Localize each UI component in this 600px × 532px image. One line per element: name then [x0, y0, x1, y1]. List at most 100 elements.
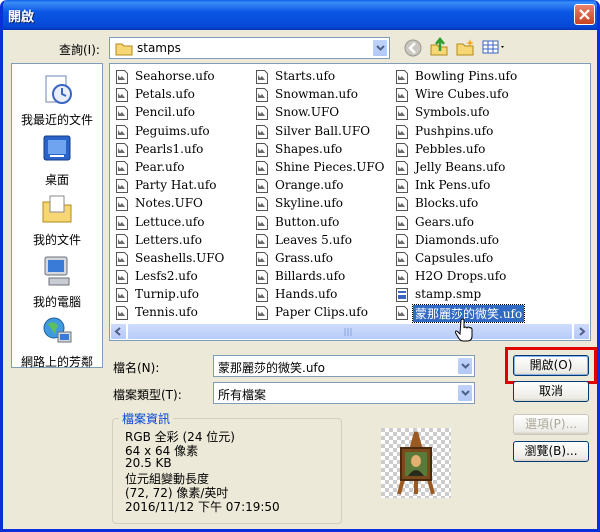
file-icon — [256, 88, 268, 103]
file-icon — [396, 197, 408, 212]
file-item[interactable]: Pear.ufo — [112, 159, 252, 177]
file-item[interactable]: Lettuce.ufo — [112, 214, 252, 232]
file-name: Hands.ufo — [275, 287, 338, 302]
file-item[interactable]: Snow.UFO — [252, 104, 392, 122]
new-folder-button[interactable] — [455, 37, 477, 59]
back-button[interactable] — [403, 38, 425, 60]
file-name: Seahorse.ufo — [135, 69, 215, 83]
file-icon — [116, 124, 128, 139]
file-item[interactable]: Pebbles.ufo — [392, 141, 588, 159]
file-item[interactable]: Starts.ufo — [252, 68, 392, 86]
filetype-label: 檔案類型(T): — [113, 388, 182, 402]
place-desktop[interactable]: 桌面 — [12, 132, 102, 188]
file-item[interactable]: Petals.ufo — [112, 86, 252, 104]
file-name: Party Hat.ufo — [135, 178, 217, 193]
file-item[interactable]: Diamonds.ufo — [392, 232, 588, 250]
file-item[interactable]: Seahorse.ufo — [112, 68, 252, 86]
file-icon — [256, 288, 268, 303]
file-item[interactable]: Party Hat.ufo — [112, 177, 252, 195]
file-list[interactable]: Seahorse.ufo Petals.ufo Pencil.ufo Peguims.… — [109, 63, 591, 341]
file-icon — [396, 215, 408, 230]
preview-image — [381, 428, 451, 498]
file-column-2: Starts.ufo Snowman.ufo Snow.UFO Silver Ball… — [252, 68, 392, 323]
file-item[interactable]: Jelly Beans.ufo — [392, 159, 588, 177]
file-item[interactable]: Blocks.ufo — [392, 195, 588, 213]
file-item[interactable]: Wire Cubes.ufo — [392, 86, 588, 104]
file-item[interactable]: Silver Ball.UFO — [252, 123, 392, 141]
file-name: Bowling Pins.ufo — [415, 69, 518, 83]
filetype-dropdown-button[interactable] — [457, 384, 473, 402]
place-my-documents[interactable]: 我的文件 — [12, 192, 102, 248]
filename-combo[interactable]: 蒙那麗莎的微笑.ufo — [213, 355, 475, 377]
file-item[interactable]: Ink Pens.ufo — [392, 177, 588, 195]
view-menu-button[interactable] — [481, 37, 507, 59]
place-recent-documents[interactable]: 我最近的文件 — [12, 72, 102, 128]
filename-dropdown-button[interactable] — [457, 357, 473, 375]
file-item[interactable]: Capsules.ufo — [392, 250, 588, 268]
file-item[interactable]: Snowman.ufo — [252, 86, 392, 104]
file-name: Pear.ufo — [135, 159, 185, 174]
file-item[interactable]: Tennis.ufo — [112, 304, 252, 322]
file-item[interactable]: Billards.ufo — [252, 268, 392, 286]
file-name: Symbols.ufo — [415, 105, 490, 120]
file-item[interactable]: Turnip.ufo — [112, 286, 252, 304]
file-item[interactable]: Peguims.ufo — [112, 123, 252, 141]
file-item[interactable]: 蒙那麗莎的微笑.ufo — [392, 304, 588, 324]
filename-label: 檔名(N): — [113, 361, 160, 375]
my-documents-icon — [42, 195, 72, 223]
up-folder-button[interactable] — [429, 36, 451, 59]
file-name: Lesfs2.ufo — [135, 269, 198, 284]
scroll-left-button[interactable] — [110, 323, 127, 340]
file-item[interactable]: Shine Pieces.UFO — [252, 159, 392, 177]
options-button[interactable]: 選項(P)... — [513, 414, 589, 435]
file-item[interactable]: Hands.ufo — [252, 286, 392, 304]
place-network[interactable]: 網路上的芳鄰 — [12, 314, 102, 370]
file-item[interactable]: Paper Clips.ufo — [252, 304, 392, 322]
network-places-icon — [43, 317, 72, 343]
file-item[interactable]: Leaves 5.ufo — [252, 232, 392, 250]
file-item[interactable]: Notes.UFO — [112, 195, 252, 213]
file-name: Tennis.ufo — [135, 305, 198, 320]
open-button[interactable]: 開啟(O) — [513, 355, 589, 376]
file-icon — [256, 215, 268, 230]
file-item[interactable]: Pushpins.ufo — [392, 123, 588, 141]
file-icon — [116, 160, 128, 175]
lookin-combo[interactable]: stamps — [109, 37, 390, 59]
close-button[interactable] — [574, 4, 595, 25]
file-item[interactable]: Symbols.ufo — [392, 104, 588, 122]
file-item[interactable]: stamp.smp — [392, 286, 588, 304]
file-item[interactable]: Orange.ufo — [252, 177, 392, 195]
place-my-computer[interactable]: 我的電腦 — [12, 254, 102, 310]
scroll-thumb[interactable] — [127, 323, 573, 340]
file-name: Lettuce.ufo — [135, 214, 205, 229]
file-item[interactable]: H2O Drops.ufo — [392, 268, 588, 286]
file-item[interactable]: Letters.ufo — [112, 232, 252, 250]
file-name: Letters.ufo — [135, 232, 202, 247]
file-item[interactable]: Seashells.UFO — [112, 250, 252, 268]
file-name: Ink Pens.ufo — [415, 178, 491, 193]
scroll-right-button[interactable] — [573, 323, 590, 340]
file-icon — [116, 179, 128, 194]
title-bar[interactable]: 開啟 — [3, 0, 597, 30]
file-item[interactable]: Button.ufo — [252, 214, 392, 232]
file-item[interactable]: Bowling Pins.ufo — [392, 68, 588, 86]
cancel-button[interactable]: 取消 — [513, 381, 589, 402]
file-item[interactable]: Pencil.ufo — [112, 104, 252, 122]
file-item[interactable]: Grass.ufo — [252, 250, 392, 268]
file-item[interactable]: Pearls1.ufo — [112, 141, 252, 159]
file-icon — [256, 160, 268, 175]
file-icon — [116, 88, 128, 103]
file-item[interactable]: Shapes.ufo — [252, 141, 392, 159]
file-item[interactable]: Skyline.ufo — [252, 195, 392, 213]
browse-button[interactable]: 瀏覽(B)... — [513, 441, 589, 462]
file-icon — [396, 70, 408, 84]
lookin-dropdown-button[interactable] — [372, 39, 388, 57]
filetype-combo[interactable]: 所有檔案 — [213, 382, 475, 404]
horizontal-scrollbar[interactable] — [110, 323, 590, 340]
file-item[interactable]: Gears.ufo — [392, 214, 588, 232]
file-icon — [116, 197, 128, 212]
file-icon — [116, 233, 128, 248]
info-date: 2016/11/12 下午 07:19:50 — [125, 500, 280, 514]
file-item[interactable]: Lesfs2.ufo — [112, 268, 252, 286]
file-icon — [116, 251, 128, 266]
